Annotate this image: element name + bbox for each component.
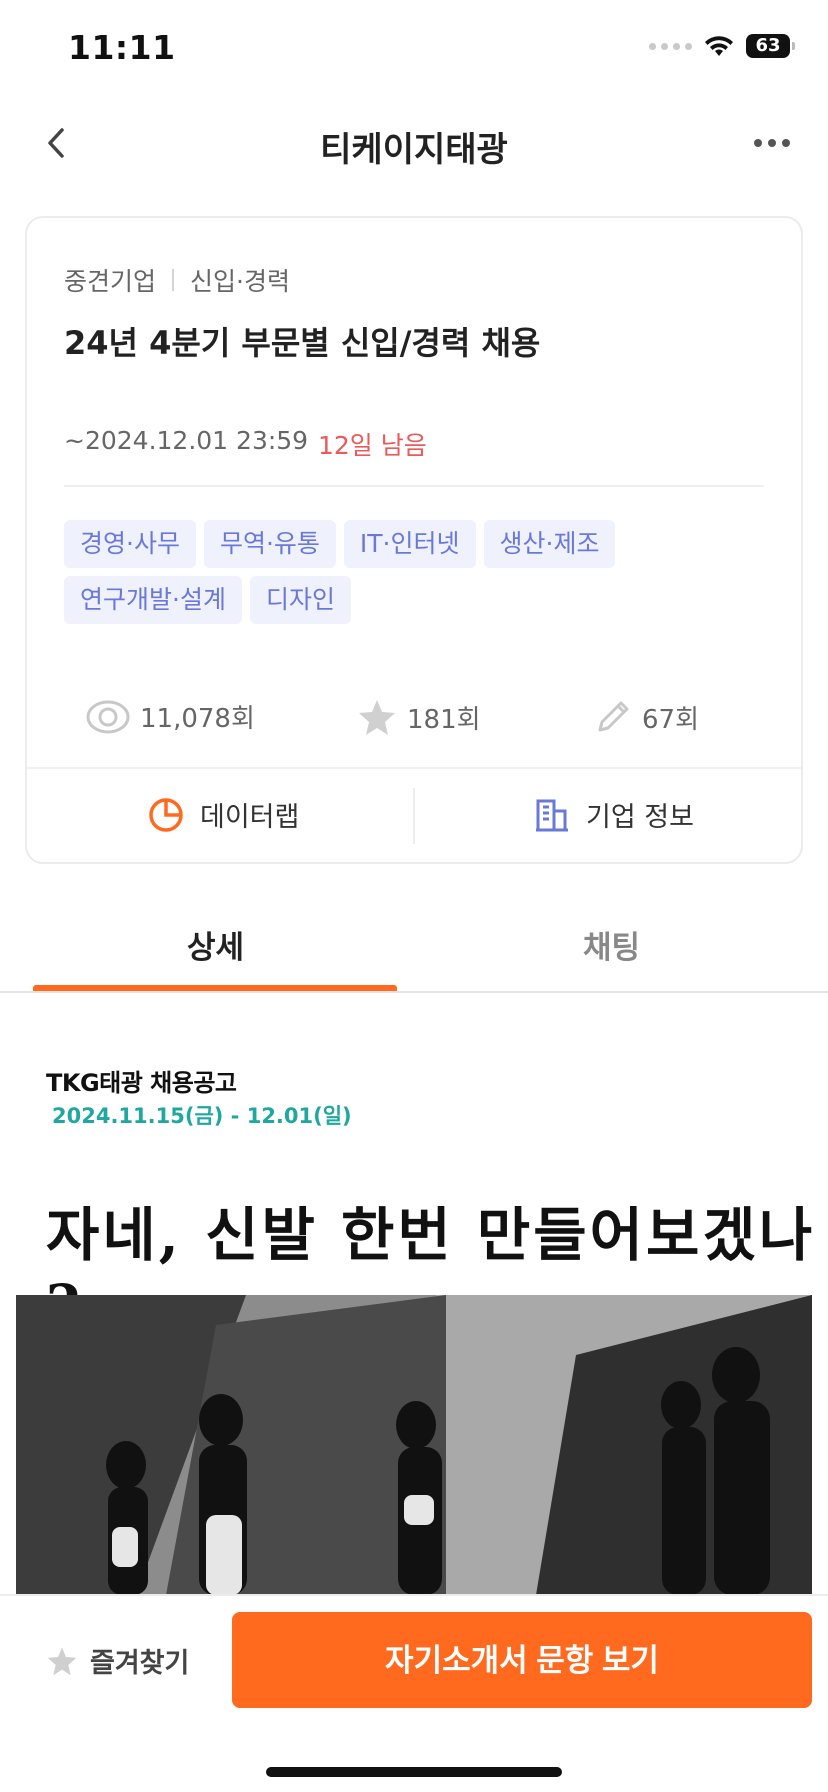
hire-type: 신입·경력 xyxy=(190,267,290,296)
page-title: 티케이지태광 xyxy=(320,130,508,170)
wifi-icon xyxy=(705,36,733,56)
category-tag[interactable]: 디자인 xyxy=(249,576,351,624)
cellular-signal-icon xyxy=(649,42,692,50)
company-meta: 중견기업 신입·경력 xyxy=(64,262,290,298)
job-category-tags: 경영·사무 무역·유통 IT·인터넷 생산·제조 연구개발·설계 디자인 xyxy=(64,520,764,624)
card-action-divider xyxy=(27,767,801,769)
favorite-label: 즐겨찾기 xyxy=(90,1648,190,1679)
views-count: 11,078회 xyxy=(140,704,255,734)
tab-detail[interactable]: 상세 xyxy=(187,922,244,967)
datalab-button[interactable]: 데이터랩 xyxy=(148,795,299,834)
edits-stat: 67회 xyxy=(594,698,699,736)
datalab-label: 데이터랩 xyxy=(200,802,300,833)
star-icon xyxy=(47,1647,77,1675)
building-icon xyxy=(536,799,568,831)
runners-photo-graphic xyxy=(16,1295,812,1595)
view-cover-letter-questions-button[interactable]: 자기소개서 문항 보기 xyxy=(232,1612,812,1708)
tab-bar-border xyxy=(0,991,828,993)
category-tag[interactable]: 경영·사무 xyxy=(64,520,196,568)
pie-chart-icon xyxy=(149,797,183,832)
meta-divider xyxy=(172,269,175,291)
deadline: ~2024.12.01 23:59 xyxy=(64,426,309,455)
battery-icon: 63 xyxy=(746,34,795,58)
job-title: 24년 4분기 부문별 신입/경력 채용 xyxy=(64,324,541,362)
category-tag[interactable]: IT·인터넷 xyxy=(343,520,476,568)
poster-date: 2024.11.15(금) - 12.01(일) xyxy=(52,1104,352,1128)
more-icon[interactable] xyxy=(750,130,794,156)
company-info-label: 기업 정보 xyxy=(586,802,694,833)
poster-title: TKG태광 채용공고 xyxy=(46,1069,237,1097)
company-size: 중견기업 xyxy=(64,267,157,296)
stars-count: 181회 xyxy=(407,704,481,735)
category-tag[interactable]: 연구개발·설계 xyxy=(64,576,242,624)
stars-stat: 181회 xyxy=(357,698,481,736)
edits-count: 67회 xyxy=(642,704,700,735)
category-tag[interactable]: 무역·유통 xyxy=(203,520,336,568)
views-stat: 11,078회 xyxy=(86,698,255,735)
card-divider xyxy=(64,485,764,487)
eye-icon xyxy=(86,700,130,733)
status-icons: 63 xyxy=(649,34,795,58)
pencil-icon xyxy=(598,701,629,732)
favorite-button[interactable]: 즐겨찾기 xyxy=(46,1641,189,1680)
action-separator xyxy=(413,788,415,844)
remaining-days: 12일 남음 xyxy=(318,431,427,460)
poster-photo xyxy=(16,1295,812,1595)
company-info-button[interactable]: 기업 정보 xyxy=(534,795,694,834)
tab-chat[interactable]: 채팅 xyxy=(583,922,640,967)
category-tag[interactable]: 생산·제조 xyxy=(483,520,616,568)
status-time: 11:11 xyxy=(68,28,176,67)
home-indicator xyxy=(266,1767,562,1777)
star-icon xyxy=(359,700,395,735)
